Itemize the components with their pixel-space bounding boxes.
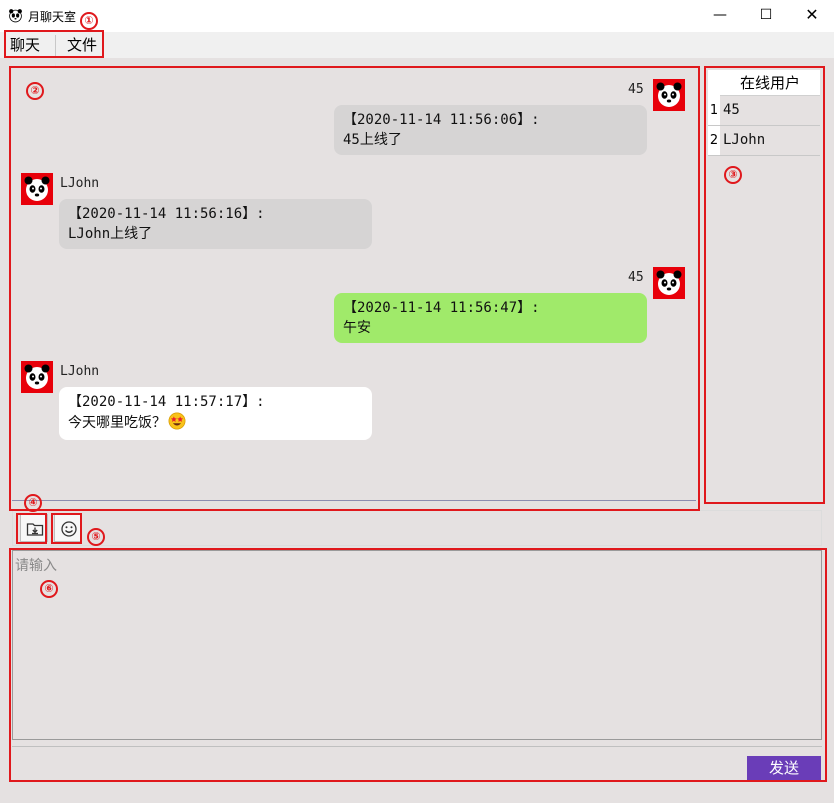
panda-app-icon <box>9 9 22 23</box>
annotation-box-file <box>16 513 47 544</box>
annotation-box-chat <box>9 66 700 511</box>
annotation-box-emoji <box>51 513 82 544</box>
annotation-marker: ③ <box>724 166 742 184</box>
title-bar: 月聊天室 — ☐ ✕ <box>0 0 834 32</box>
annotation-box-input <box>9 548 827 782</box>
annotation-box-users <box>704 66 825 504</box>
annotation-marker: ⑤ <box>87 528 105 546</box>
window-title: 月聊天室 <box>28 10 77 24</box>
minimize-button[interactable]: — <box>697 0 743 30</box>
annotation-marker: ② <box>26 82 44 100</box>
input-toolbar <box>12 510 822 546</box>
annotation-marker: ⑥ <box>40 580 58 598</box>
close-button[interactable]: ✕ <box>789 0 834 30</box>
maximize-button[interactable]: ☐ <box>743 0 789 30</box>
annotation-marker: ① <box>80 12 98 30</box>
annotation-box-menu <box>4 30 104 58</box>
annotation-marker: ④ <box>24 494 42 512</box>
menu-bar: 聊天 文件 <box>0 32 834 58</box>
